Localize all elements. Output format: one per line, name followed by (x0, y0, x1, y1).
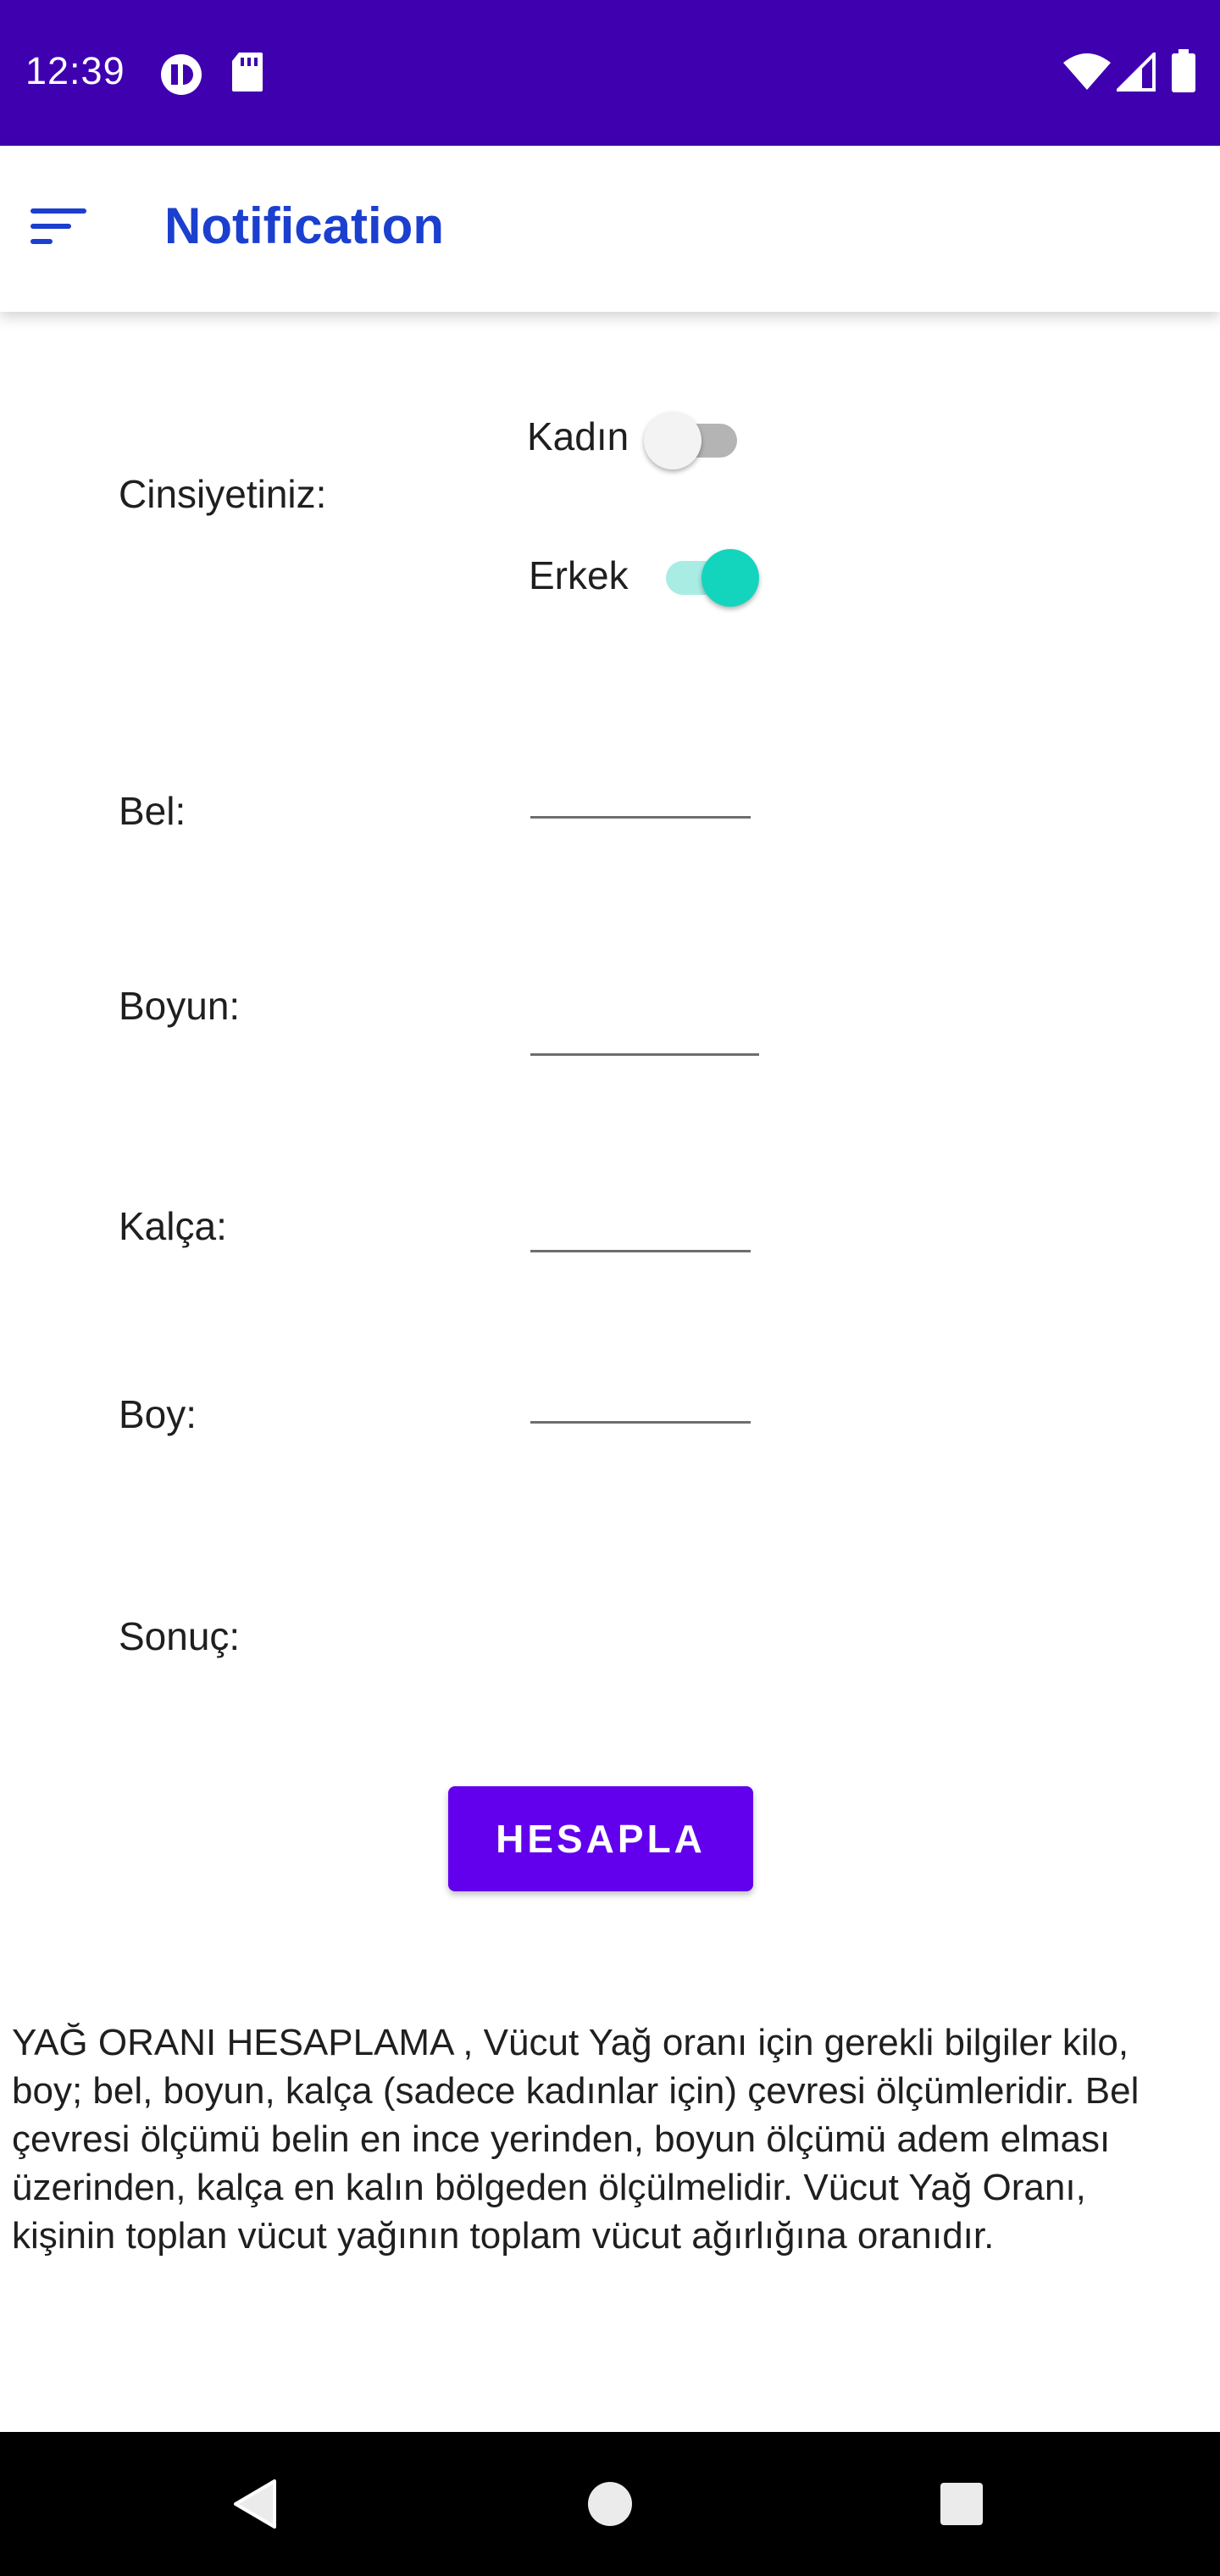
result-label: Sonuç: (119, 1614, 241, 1658)
recents-icon[interactable] (923, 2466, 1000, 2542)
back-icon[interactable] (217, 2466, 293, 2542)
height-label: Boy: (119, 1392, 197, 1436)
battery-icon (1172, 49, 1195, 92)
height-input[interactable] (530, 1373, 751, 1424)
female-switch-label: Kadın (527, 414, 629, 458)
info-text: YAĞ ORANI HESAPLAMA , Vücut Yağ oranı iç… (12, 2022, 1140, 2257)
hip-input[interactable] (530, 1202, 751, 1252)
home-icon[interactable] (572, 2466, 648, 2542)
waist-input[interactable] (530, 768, 751, 819)
sd-card-icon (232, 53, 263, 92)
sort-menu-icon[interactable] (30, 205, 88, 247)
neck-input[interactable] (530, 1005, 759, 1056)
calculate-button[interactable]: HESAPLA (448, 1786, 753, 1891)
wifi-icon (1063, 53, 1111, 90)
page-title: Notification (164, 197, 444, 254)
male-switch[interactable] (654, 539, 759, 607)
cell-signal-icon (1117, 53, 1156, 92)
male-switch-label: Erkek (529, 553, 629, 597)
switch-thumb (702, 549, 759, 607)
waist-label: Bel: (119, 789, 186, 833)
app-notification-icon (161, 54, 202, 95)
hip-label: Kalça: (119, 1204, 227, 1248)
navigation-bar (0, 2432, 1220, 2576)
status-time: 12:39 (25, 49, 125, 92)
status-bar: 12:39 (0, 0, 1220, 146)
neck-label: Boyun: (119, 984, 241, 1028)
female-switch[interactable] (644, 402, 749, 469)
switch-thumb (644, 412, 702, 469)
app-bar: Notification (0, 146, 1220, 312)
gender-label: Cinsiyetiniz: (119, 472, 327, 516)
